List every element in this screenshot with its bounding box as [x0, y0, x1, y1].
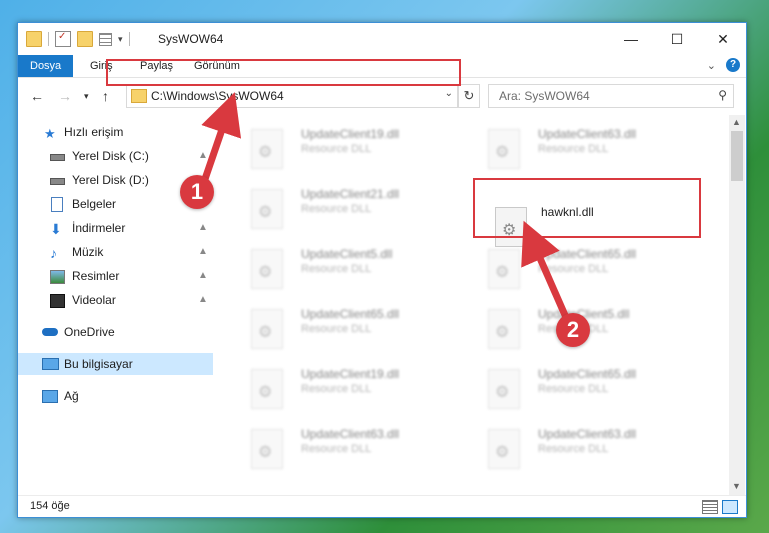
- arrow-to-address-bar: [200, 92, 242, 184]
- annotation-arrows: [200, 92, 572, 324]
- callout-1: 1: [180, 175, 214, 209]
- arrow-to-file: [521, 220, 572, 324]
- callout-2: 2: [556, 313, 590, 347]
